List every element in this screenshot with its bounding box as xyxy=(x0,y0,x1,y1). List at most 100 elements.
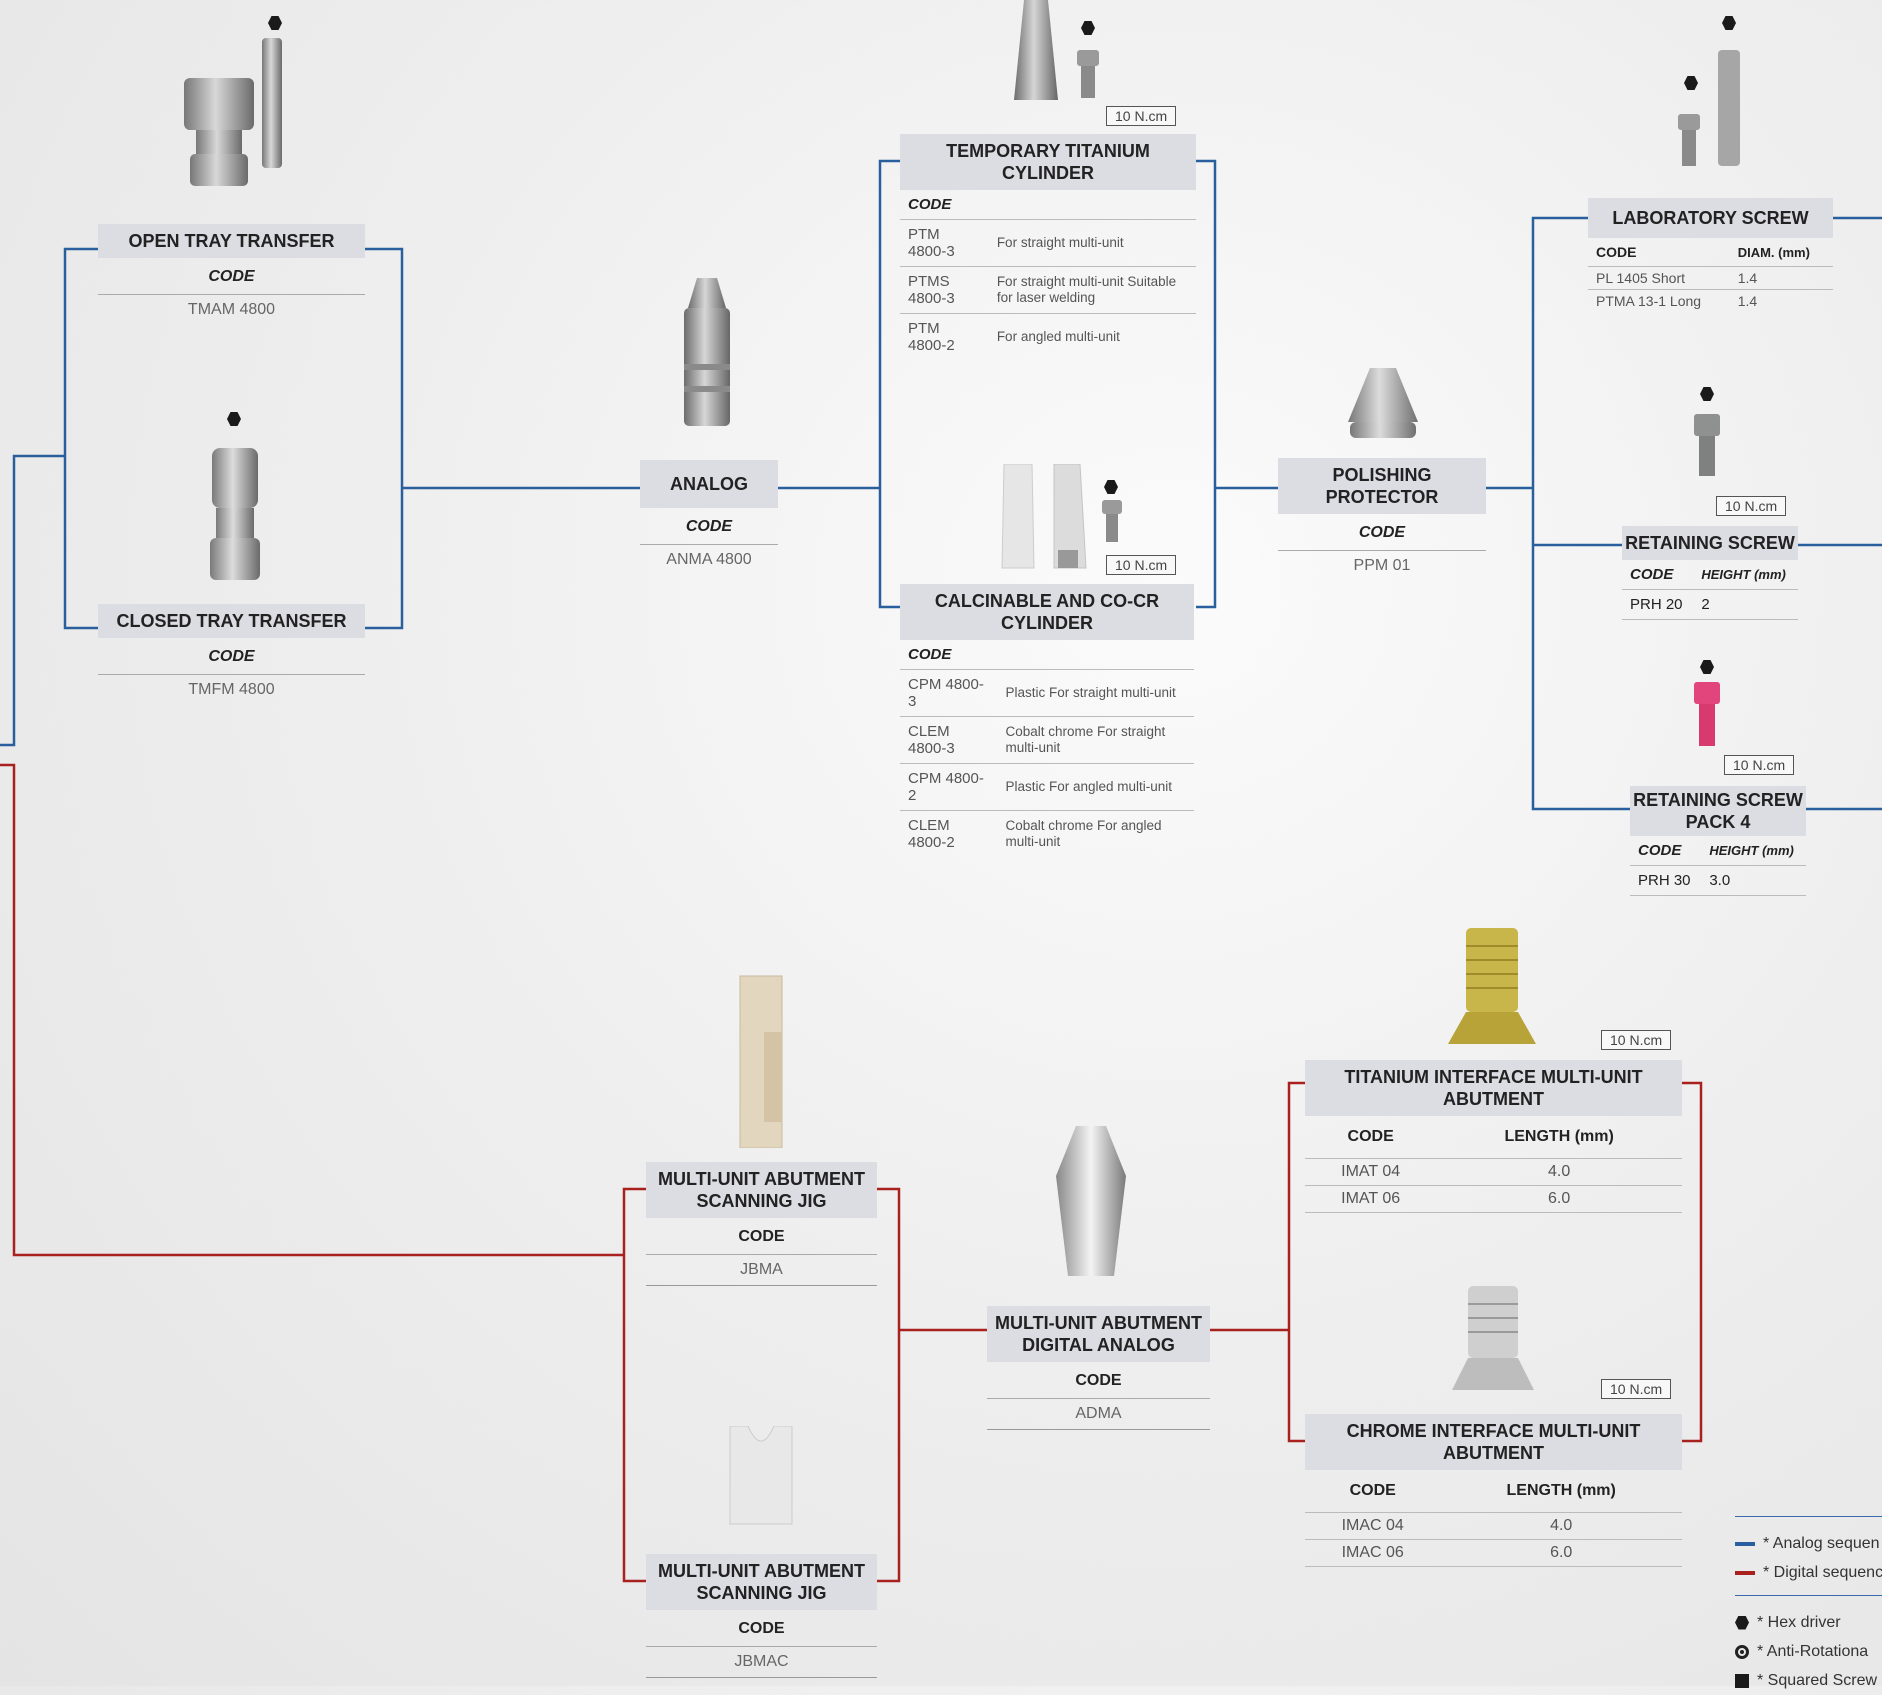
interface-bracket-right xyxy=(1682,1081,1703,1443)
card-title: RETAINING SCREW xyxy=(1622,526,1798,560)
calcinable-cylinder-card: CALCINABLE AND CO-CR CYLINDER CODE CPM 4… xyxy=(900,584,1194,857)
open-tray-transfer-card: OPEN TRAY TRANSFER CODE TMAM 4800 xyxy=(98,224,365,325)
table-row: CPM 4800-2 Plastic For angled multi-unit xyxy=(900,763,1194,811)
spec-table: CODE CPM 4800-3 Plastic For straight mult… xyxy=(900,640,1194,857)
table-row: PRH 30 3.0 xyxy=(1630,865,1806,896)
chrome-interface-image xyxy=(1452,1286,1534,1390)
closed-tray-transfer-image xyxy=(210,448,260,580)
table-row: IMAT 06 6.0 xyxy=(1305,1185,1682,1213)
temporary-cylinder-image xyxy=(1014,0,1058,100)
product-code: PL 1405 Short xyxy=(1588,266,1730,290)
product-description: Cobalt chrome For straight multi-unit xyxy=(997,716,1194,764)
product-code: CPM 4800-3 xyxy=(900,669,998,717)
product-code: CPM 4800-2 xyxy=(900,763,998,811)
spec-table: CODE DIAM. (mm) PL 1405 Short 1.4 PTMA 13-… xyxy=(1588,238,1833,312)
screw-image xyxy=(1077,50,1099,98)
squared-screw-icon xyxy=(1735,1673,1749,1688)
analog-line-swatch xyxy=(1735,1541,1755,1546)
analog-card: ANALOG CODE ANMA 4800 xyxy=(640,460,778,575)
code-label: CODE xyxy=(98,638,365,675)
retaining-screw-pack-image xyxy=(1694,682,1720,746)
interface-bracket-left xyxy=(1287,1081,1305,1443)
table-row: PTM 4800-2 For angled multi-unit xyxy=(900,314,1196,361)
table-row: IMAC 06 6.0 xyxy=(1305,1539,1682,1567)
card-title: RETAINING SCREW PACK 4 xyxy=(1630,786,1806,836)
product-code: IMAT 04 xyxy=(1305,1158,1437,1186)
analog-image xyxy=(684,278,730,426)
scanning-jig-white-image xyxy=(729,1426,793,1525)
table-row: PTMS 4800-3 For straight multi-unit Suita… xyxy=(900,266,1196,314)
digital-line-swatch xyxy=(1735,1570,1755,1575)
laboratory-screw-card: LABORATORY SCREW CODE DIAM. (mm) PL 1405 … xyxy=(1588,198,1833,312)
product-description: For angled multi-unit xyxy=(996,329,1120,344)
jig-bracket-left xyxy=(622,1187,646,1583)
product-code: ANMA 4800 xyxy=(666,551,752,568)
legend-divider xyxy=(1735,1516,1882,1517)
card-title: MULTI-UNIT ABUTMENT SCANNING JIG xyxy=(646,1554,877,1610)
legend: * Analog sequen * Digital sequenc * Hex … xyxy=(1735,1508,1882,1695)
product-code: TMAM 4800 xyxy=(187,301,276,318)
scanning-jig-card: MULTI-UNIT ABUTMENT SCANNING JIG CODE JB… xyxy=(646,1162,877,1286)
product-length: 4.0 xyxy=(1440,1512,1682,1540)
product-code: IMAC 06 xyxy=(1305,1539,1441,1567)
product-code: TMFM 4800 xyxy=(188,681,275,698)
titanium-interface-image xyxy=(1448,928,1536,1044)
card-title: POLISHING PROTECTOR xyxy=(1278,458,1486,514)
product-diam: 1.4 xyxy=(1729,266,1833,290)
product-code: PRH 30 xyxy=(1630,865,1702,896)
code-label: CODE xyxy=(1278,514,1486,551)
chrome-interface-card: CHROME INTERFACE MULTI-UNIT ABUTMENT COD… xyxy=(1305,1414,1682,1567)
code-label: CODE xyxy=(98,258,365,295)
legend-analog: * Analog sequen xyxy=(1735,1529,1882,1558)
height-label: HEIGHT (mm) xyxy=(1693,560,1798,590)
titanium-interface-card: TITANIUM INTERFACE MULTI-UNIT ABUTMENT C… xyxy=(1305,1060,1682,1213)
code-label: CODE xyxy=(646,1610,877,1647)
spec-table: CODE HEIGHT (mm) PRH 20 2 xyxy=(1622,560,1798,620)
product-code: JBMA xyxy=(646,1255,877,1286)
scanning-jig-image xyxy=(739,975,783,1148)
card-title: TITANIUM INTERFACE MULTI-UNIT ABUTMENT xyxy=(1305,1060,1682,1116)
product-code: CLEM 4800-3 xyxy=(900,716,998,764)
legend-label: * Squared Screw xyxy=(1757,1671,1878,1689)
length-label: LENGTH (mm) xyxy=(1440,1470,1682,1513)
legend-hex: * Hex driver xyxy=(1735,1608,1882,1637)
product-code: IMAC 04 xyxy=(1305,1512,1441,1540)
card-title: CLOSED TRAY TRANSFER xyxy=(98,604,365,638)
anti-rotation-icon xyxy=(1735,1644,1749,1659)
product-code: PTMA 13-1 Long xyxy=(1596,293,1702,309)
card-title: MULTI-UNIT ABUTMENT SCANNING JIG xyxy=(646,1162,877,1218)
retaining-screw-card: RETAINING SCREW CODE HEIGHT (mm) PRH 20 2 xyxy=(1622,526,1798,620)
torque-badge: 10 N.cm xyxy=(1601,1379,1672,1399)
product-code: PTM 4800-2 xyxy=(908,320,955,354)
analog-trunk-line xyxy=(0,454,65,747)
card-title: CALCINABLE AND CO-CR CYLINDER xyxy=(900,584,1194,640)
product-code: JBMAC xyxy=(646,1647,877,1678)
table-row: CPM 4800-3 Plastic For straight multi-uni… xyxy=(900,669,1194,717)
polishing-protector-card: POLISHING PROTECTOR CODE PPM 01 xyxy=(1278,458,1486,581)
table-row: CLEM 4800-3 Cobalt chrome For straight mu… xyxy=(900,716,1194,764)
product-code: IMAT 06 xyxy=(1305,1185,1437,1213)
card-title: TEMPORARY TITANIUM CYLINDER xyxy=(900,134,1196,190)
code-label: CODE xyxy=(640,508,778,545)
product-description: Cobalt chrome For angled multi-unit xyxy=(1005,818,1162,849)
code-label: CODE xyxy=(1305,1470,1441,1513)
open-tray-transfer-image xyxy=(184,38,282,186)
code-label: CODE xyxy=(900,190,1196,220)
product-code: PPM 01 xyxy=(1353,557,1411,574)
spec-table: CODE HEIGHT (mm) PRH 30 3.0 xyxy=(1630,836,1806,896)
spec-table: CODE LENGTH (mm) IMAT 04 4.0 IMAT 06 6.0 xyxy=(1305,1116,1682,1213)
torque-badge: 10 N.cm xyxy=(1106,555,1177,575)
product-height: 2 xyxy=(1693,589,1798,620)
temporary-cylinder-card: TEMPORARY TITANIUM CYLINDER CODE PTM 480… xyxy=(900,134,1196,360)
code-label: CODE xyxy=(646,1218,877,1255)
diam-label: DIAM. (mm) xyxy=(1729,238,1833,267)
code-label: CODE xyxy=(1630,836,1702,866)
product-length: 4.0 xyxy=(1436,1158,1682,1186)
laboratory-screw-image xyxy=(1678,50,1740,166)
digital-analog-image xyxy=(1056,1126,1126,1276)
product-length: 6.0 xyxy=(1436,1185,1682,1213)
card-title: ANALOG xyxy=(640,460,778,508)
legend-label: * Digital sequenc xyxy=(1763,1563,1882,1581)
product-length: 6.0 xyxy=(1440,1539,1682,1567)
transfer-bracket-left xyxy=(63,247,98,630)
